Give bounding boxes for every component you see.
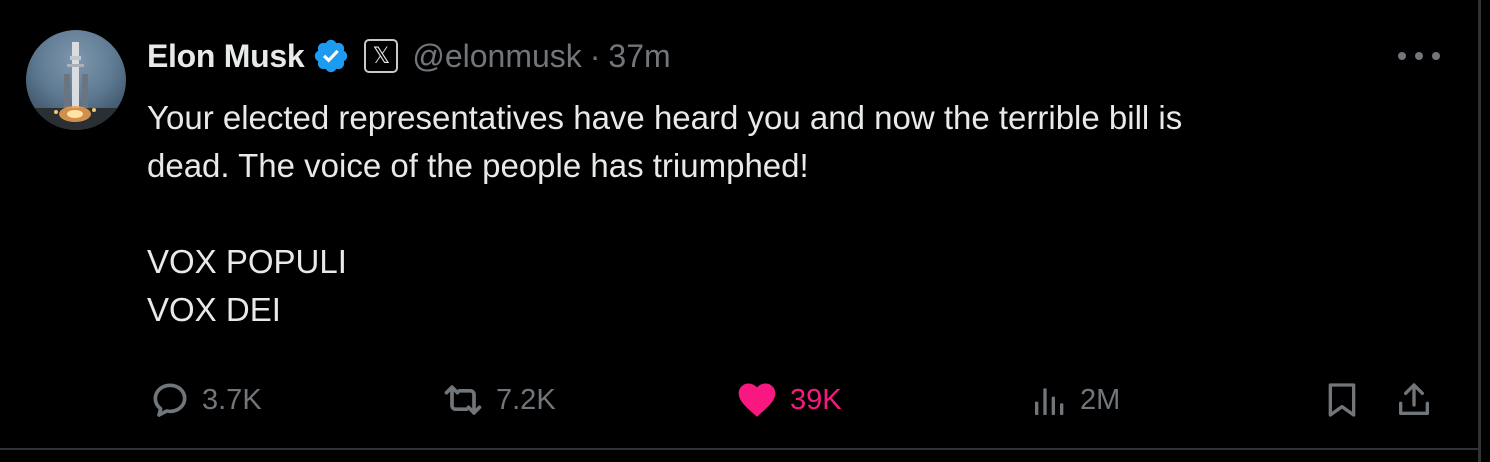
analytics-icon xyxy=(1030,378,1070,422)
tweet-timestamp[interactable]: 37m xyxy=(608,38,670,75)
more-options-icon[interactable] xyxy=(1398,44,1440,68)
bookmark-icon xyxy=(1322,378,1362,422)
tweet-text-line: Your elected representatives have heard … xyxy=(147,99,1183,136)
views-count: 2M xyxy=(1080,383,1121,416)
x-logo-icon: 𝕏 xyxy=(364,39,399,73)
heart-icon xyxy=(734,378,780,422)
reply-icon xyxy=(148,378,192,422)
views-button[interactable]: 2M xyxy=(1030,372,1120,428)
avatar[interactable] xyxy=(26,30,126,130)
repost-button[interactable]: 7.2K xyxy=(440,372,556,428)
like-count: 39K xyxy=(790,383,842,416)
verified-badge-icon[interactable] xyxy=(312,37,350,75)
action-bar: 3.7K 7.2K 39K 2M xyxy=(0,372,1490,428)
reply-count: 3.7K xyxy=(202,383,262,416)
share-icon xyxy=(1394,378,1434,422)
repost-count: 7.2K xyxy=(496,383,556,416)
share-button[interactable] xyxy=(1394,372,1434,428)
reply-button[interactable]: 3.7K xyxy=(148,372,262,428)
bookmark-button[interactable] xyxy=(1322,372,1362,428)
repost-icon xyxy=(440,378,486,422)
tweet-text: Your elected representatives have heard … xyxy=(147,94,1407,334)
tweet-header: Elon Musk 𝕏 @elonmusk · 37m xyxy=(147,34,671,78)
like-button[interactable]: 39K xyxy=(734,372,842,428)
author-name[interactable]: Elon Musk xyxy=(147,38,305,75)
tweet-card[interactable]: Elon Musk 𝕏 @elonmusk · 37m Your elected… xyxy=(0,0,1490,462)
header-separator: · xyxy=(589,37,601,74)
tweet-text-line: VOX POPULI xyxy=(147,243,347,280)
tweet-text-line: VOX DEI xyxy=(147,291,281,328)
tweet-text-line: dead. The voice of the people has triump… xyxy=(147,147,809,184)
author-handle[interactable]: @elonmusk xyxy=(412,38,581,75)
bottom-divider xyxy=(0,448,1480,450)
